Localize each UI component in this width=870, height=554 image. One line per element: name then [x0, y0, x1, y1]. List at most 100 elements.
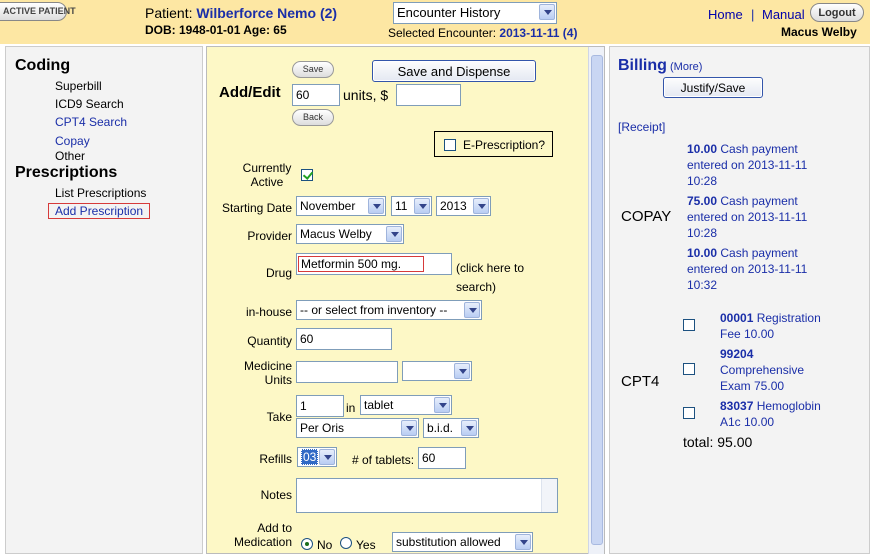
- interval-select[interactable]: b.i.d.: [423, 418, 479, 438]
- start-month-select[interactable]: November: [296, 196, 386, 216]
- add-to-medication-no-label: No: [317, 538, 333, 552]
- form-scrollbar[interactable]: [588, 47, 604, 554]
- start-year-value: 2013: [440, 199, 467, 213]
- prescriptions-heading: Prescriptions: [15, 164, 118, 181]
- nav-cpt4-search[interactable]: CPT4 Search: [55, 115, 127, 129]
- chevron-down-icon[interactable]: [473, 198, 489, 214]
- eprescription-checkbox[interactable]: [444, 139, 456, 151]
- drug-label: Drug: [265, 266, 292, 280]
- notes-label: Notes: [260, 488, 292, 502]
- nav-icd9-search[interactable]: ICD9 Search: [55, 97, 124, 111]
- cpt4-desc: Registration: [756, 311, 821, 325]
- save-button[interactable]: Save: [292, 61, 334, 78]
- notes-scrollbar[interactable]: [541, 479, 557, 512]
- dose-form-value: tablet: [364, 398, 394, 412]
- cpt4-entry[interactable]: 83037 Hemoglobin A1c 10.00: [720, 398, 821, 430]
- drug-input[interactable]: Metformin 500 mg.: [296, 253, 452, 275]
- billing-more-link[interactable]: (More): [670, 61, 702, 73]
- refills-label: Refills: [259, 452, 292, 466]
- scrollbar-thumb[interactable]: [591, 55, 603, 545]
- start-year-select[interactable]: 2013: [436, 196, 491, 216]
- chevron-down-icon[interactable]: [515, 534, 531, 550]
- quantity-input[interactable]: 60: [296, 328, 392, 350]
- encounter-history-value: Encounter History: [397, 5, 501, 20]
- start-day-select[interactable]: 11: [391, 196, 432, 216]
- add-to-medication-yes-label: Yes: [356, 538, 376, 552]
- receipt-link[interactable]: [Receipt]: [618, 120, 665, 134]
- patient-name-link[interactable]: Wilberforce Nemo (2): [196, 5, 337, 21]
- provider-select[interactable]: Macus Welby: [296, 224, 404, 244]
- nav-add-prescription[interactable]: Add Prescription: [48, 203, 151, 219]
- copay-amount: 10.00: [687, 246, 718, 260]
- chevron-down-icon[interactable]: [464, 302, 480, 318]
- selected-encounter-link[interactable]: 2013-11-11 (4): [499, 26, 577, 40]
- start-day-value: 11: [395, 199, 408, 213]
- tablets-label: # of tablets:: [352, 453, 415, 467]
- back-button[interactable]: Back: [292, 109, 334, 126]
- copay-entry[interactable]: 10.00 Cash payment entered on 2013-11-11…: [687, 245, 807, 293]
- refills-select[interactable]: 03: [297, 447, 337, 467]
- left-nav-panel: Coding Superbill ICD9 Search CPT4 Search…: [5, 46, 203, 554]
- medicine-units-select[interactable]: [402, 361, 472, 381]
- cpt4-checkbox[interactable]: [683, 407, 695, 419]
- eprescription-box: E-Prescription?: [434, 131, 553, 157]
- price-input[interactable]: [396, 84, 461, 106]
- add-to-medication-yes-radio[interactable]: [340, 537, 352, 549]
- cpt4-checkbox[interactable]: [683, 319, 695, 331]
- chevron-down-icon[interactable]: [454, 363, 470, 379]
- cpt4-entry[interactable]: 99204 Comprehensive Exam 75.00: [720, 346, 804, 394]
- cpt4-label: CPT4: [621, 373, 660, 390]
- cpt4-fee: Exam 75.00: [720, 379, 785, 393]
- nav-list-prescriptions[interactable]: List Prescriptions: [55, 186, 146, 200]
- patient-dob-age: DOB: 1948-01-01 Age: 65: [145, 23, 287, 37]
- interval-value: b.i.d.: [427, 421, 454, 435]
- route-select[interactable]: Per Oris: [296, 418, 419, 438]
- patient-label: Patient:: [145, 5, 197, 21]
- chevron-down-icon[interactable]: [401, 420, 417, 436]
- patient-info: Patient: Wilberforce Nemo (2): [145, 5, 337, 21]
- add-to-medication-no-radio[interactable]: [301, 538, 313, 550]
- medicine-units-input[interactable]: [296, 361, 398, 383]
- dose-form-select[interactable]: tablet: [360, 395, 452, 415]
- copay-time: 10:32: [687, 278, 718, 292]
- inventory-select[interactable]: -- or select from inventory --: [296, 300, 482, 320]
- nav-separator: |: [751, 7, 755, 22]
- add-edit-label: Add/Edit: [219, 84, 281, 101]
- nav-other[interactable]: Other: [55, 149, 85, 163]
- inventory-value: -- or select from inventory --: [300, 303, 448, 317]
- take-label: Take: [266, 410, 292, 424]
- copay-amount: 75.00: [687, 194, 718, 208]
- starting-date-label: Starting Date: [221, 201, 292, 215]
- encounter-history-select[interactable]: Encounter History: [393, 2, 557, 24]
- take-amount-input[interactable]: 1: [296, 395, 344, 417]
- notes-textarea[interactable]: [296, 478, 558, 513]
- copay-entry[interactable]: 75.00 Cash payment entered on 2013-11-11…: [687, 193, 807, 241]
- copay-entry[interactable]: 10.00 Cash payment entered on 2013-11-11…: [687, 141, 807, 189]
- chevron-down-icon[interactable]: [461, 420, 477, 436]
- chevron-down-icon[interactable]: [386, 226, 402, 242]
- chevron-down-icon[interactable]: [434, 397, 450, 413]
- chevron-down-icon[interactable]: [368, 198, 384, 214]
- cpt4-entry[interactable]: 00001 Registration Fee 10.00: [720, 310, 821, 342]
- manual-link[interactable]: Manual: [762, 7, 805, 22]
- nav-superbill[interactable]: Superbill: [55, 79, 102, 93]
- nav-copay[interactable]: Copay: [55, 134, 90, 148]
- drug-search-hint[interactable]: (click here to search): [456, 259, 556, 297]
- home-link[interactable]: Home: [708, 7, 743, 22]
- units-input[interactable]: 60: [292, 84, 340, 106]
- inhouse-label: in-house: [245, 305, 292, 319]
- substitution-select[interactable]: substitution allowed: [392, 532, 533, 552]
- tablets-input[interactable]: 60: [418, 447, 466, 469]
- justify-save-button[interactable]: Justify/Save: [663, 77, 763, 98]
- copay-time: 10:28: [687, 174, 718, 188]
- take-in-label: in: [346, 401, 356, 415]
- chevron-down-icon[interactable]: [319, 449, 335, 465]
- currently-active-checkbox[interactable]: [301, 169, 313, 181]
- coding-heading: Coding: [15, 57, 71, 74]
- chevron-down-icon[interactable]: [414, 198, 430, 214]
- active-patient-button[interactable]: ACTIVE PATIENT: [0, 2, 76, 21]
- chevron-down-icon[interactable]: [539, 4, 555, 20]
- save-and-dispense-button[interactable]: Save and Dispense: [372, 60, 536, 82]
- logout-button[interactable]: Logout: [810, 3, 864, 22]
- cpt4-checkbox[interactable]: [683, 363, 695, 375]
